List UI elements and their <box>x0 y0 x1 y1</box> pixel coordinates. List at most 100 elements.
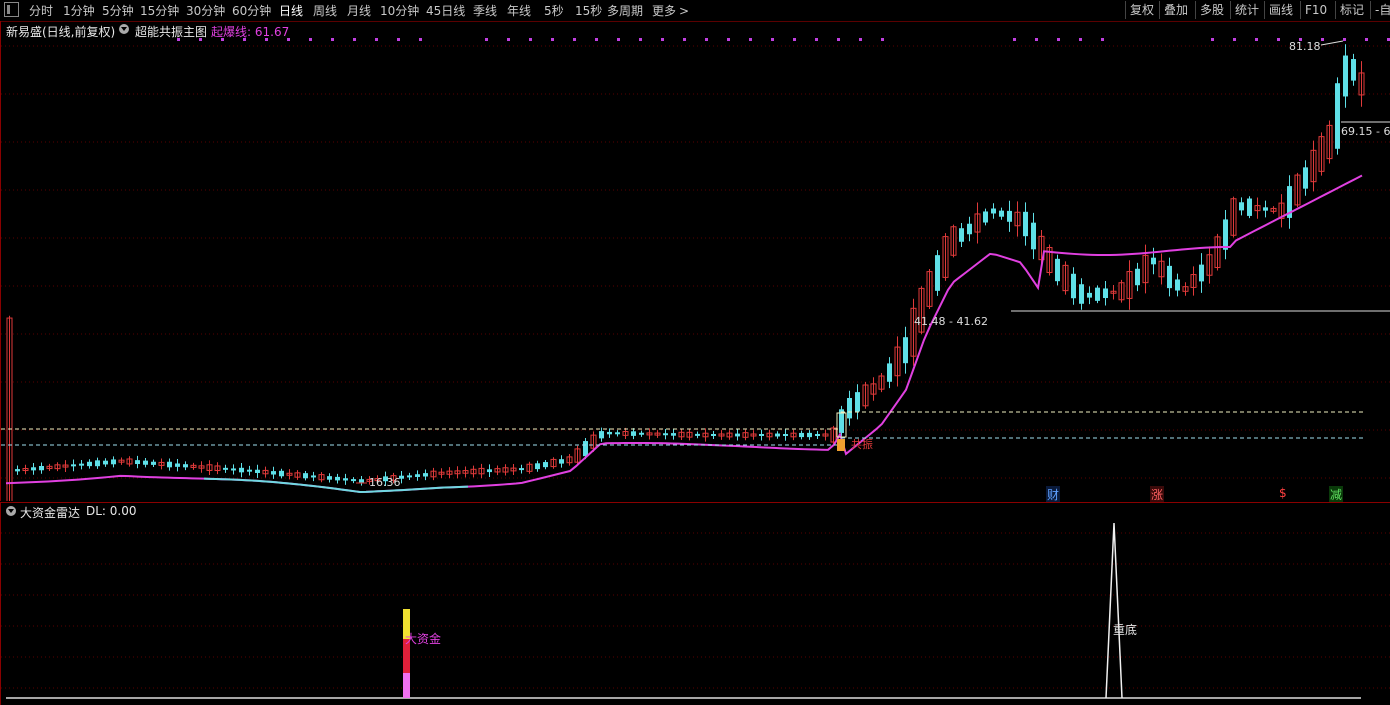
event-zhang-badge[interactable]: 涨 <box>1150 486 1165 503</box>
period-tab-9[interactable]: 10分钟 <box>380 3 419 19</box>
fuquan-button[interactable]: 复权 <box>1125 1 1158 19</box>
candle-body-down <box>815 434 820 436</box>
signal-dot <box>771 38 774 41</box>
range-top-label: 69.15 - 69 <box>1341 125 1390 138</box>
period-tab-12[interactable]: 年线 <box>507 3 531 19</box>
candle-body-down <box>39 465 44 471</box>
period-tab-1[interactable]: 1分钟 <box>63 3 95 19</box>
signal-dot <box>1277 38 1280 41</box>
signal-dot <box>1343 38 1346 41</box>
signal-dot <box>507 38 510 41</box>
draw-line-button[interactable]: 画线 <box>1264 1 1297 19</box>
candle-body-down <box>1135 268 1140 286</box>
candle-body-down <box>1055 258 1060 282</box>
candle-body-down <box>855 392 860 412</box>
period-tab-3[interactable]: 15分钟 <box>140 3 179 19</box>
candle-body-down <box>967 223 972 235</box>
big-money-radar-chart[interactable] <box>1 503 1390 705</box>
candle-body-down <box>935 255 940 291</box>
indicator-menu-icon[interactable] <box>119 24 129 34</box>
candle-body-down <box>583 441 588 457</box>
candle-body-down <box>1199 264 1204 282</box>
main-chart-panel[interactable]: 新易盛(日线,前复权) 超能共振主图 起爆线: 61.67 81.18 69.1… <box>0 21 1390 503</box>
candle-body-down <box>95 460 100 467</box>
period-toolbar: 分时 1分钟 5分钟 15分钟 30分钟 60分钟 日线 周线 月线 10分钟 … <box>0 0 1390 22</box>
candle-body-down <box>183 464 188 468</box>
big-money-bar-pink <box>403 673 410 698</box>
chevron-right-icon[interactable]: > <box>679 3 689 19</box>
period-tab-16[interactable]: 更多 <box>652 3 676 19</box>
candle-body-down <box>1343 55 1348 97</box>
candle-body-down <box>231 468 236 471</box>
hand-cursor-icon <box>837 439 845 451</box>
period-tab-14[interactable]: 15秒 <box>575 3 602 19</box>
candlestick-chart[interactable] <box>1 21 1390 501</box>
candle-body-down <box>1247 198 1252 216</box>
candle-body-down <box>959 228 964 242</box>
panel-toggle-icon[interactable] <box>4 2 19 17</box>
mark-button[interactable]: 标记 <box>1335 1 1368 19</box>
candle-body-down <box>1351 59 1356 81</box>
signal-dot <box>639 38 642 41</box>
candle-body-down <box>695 433 700 436</box>
period-tab-10[interactable]: 45日线 <box>426 3 465 19</box>
period-tab-8[interactable]: 月线 <box>347 3 371 19</box>
candle-body-down <box>663 433 668 436</box>
double-bottom-spike <box>1105 522 1123 699</box>
period-tab-5[interactable]: 60分钟 <box>232 3 271 19</box>
candle-body-down <box>1335 83 1340 149</box>
statistics-button[interactable]: 统计 <box>1230 1 1263 19</box>
candle-body-down <box>1095 287 1100 301</box>
double-bottom-label: 重底 <box>1113 623 1138 637</box>
signal-dot <box>837 38 840 41</box>
f10-button[interactable]: F10 <box>1300 1 1331 19</box>
signal-dot <box>1365 38 1368 41</box>
period-tab-2[interactable]: 5分钟 <box>102 3 134 19</box>
signal-dot <box>859 38 862 41</box>
high-price-label: 81.18 <box>1289 40 1321 53</box>
event-cai-badge[interactable]: 财 <box>1046 486 1061 503</box>
period-tab-6[interactable]: 日线 <box>279 3 303 19</box>
signal-dot <box>749 38 752 41</box>
candle-body-down <box>1087 292 1092 298</box>
candle-body-down <box>775 433 780 437</box>
period-tab-15[interactable]: 多周期 <box>607 3 643 19</box>
big-money-label: 大资金 <box>405 632 442 646</box>
period-tab-7[interactable]: 周线 <box>313 3 337 19</box>
candle-body-down <box>559 459 564 464</box>
auto-button[interactable]: -自 <box>1370 1 1390 19</box>
candle-body-down <box>239 467 244 473</box>
candle-body-down <box>615 432 620 435</box>
period-tab-13[interactable]: 5秒 <box>544 3 564 19</box>
period-tab-11[interactable]: 季线 <box>473 3 497 19</box>
period-tab-4[interactable]: 30分钟 <box>186 3 225 19</box>
multi-stock-button[interactable]: 多股 <box>1195 1 1228 19</box>
candle-body-down <box>247 469 252 472</box>
signal-dot <box>793 38 796 41</box>
candle-body-down <box>103 460 108 465</box>
signal-dot <box>881 38 884 41</box>
event-dollar-badge[interactable]: $ <box>1279 486 1287 500</box>
candle-body-down <box>1031 222 1036 250</box>
period-tab-0[interactable]: 分时 <box>29 3 53 19</box>
ma-line-cyan-segment <box>203 477 469 494</box>
overlay-button[interactable]: 叠加 <box>1159 1 1192 19</box>
candle-body-down <box>1103 288 1108 299</box>
signal-dot <box>1013 38 1016 41</box>
low-price-label: 16.36 <box>369 476 401 489</box>
indicator-name: 超能共振主图 <box>135 25 208 39</box>
signal-dot <box>1233 38 1236 41</box>
event-jian-badge[interactable]: 减 <box>1329 486 1344 503</box>
candle-body-down <box>903 337 908 364</box>
candle-body-down <box>31 467 36 471</box>
candle-body-down <box>847 397 852 419</box>
candle-body-down <box>303 473 308 479</box>
candle-body-down <box>423 473 428 477</box>
sub-indicator-panel[interactable]: 大资金雷达 DL: 0.00 大资金 重底 <box>0 502 1390 705</box>
candle-body-down <box>175 463 180 467</box>
sub-indicator-menu-icon[interactable] <box>6 506 16 516</box>
candle-body-down <box>1303 167 1308 189</box>
signal-dot <box>573 38 576 41</box>
sub-indicator-title: 大资金雷达 <box>20 506 81 520</box>
high-arrow-line <box>1320 40 1344 46</box>
